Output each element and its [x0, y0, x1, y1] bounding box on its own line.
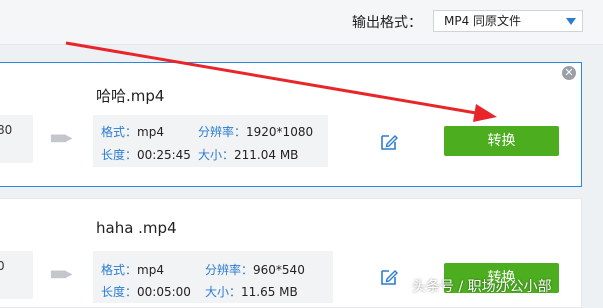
format-value: mp4 [137, 125, 164, 139]
file-name: haha .mp4 [96, 219, 177, 237]
resolution-key: 分辨率： [198, 125, 247, 139]
format-value: mp4 [137, 263, 164, 277]
output-format-value: MP4 同原文件 [444, 14, 522, 28]
partial-resolution-text: 80 [0, 123, 13, 137]
partial-resolution-text: 0 [0, 259, 5, 273]
thumbnail-partial: 0 [0, 251, 33, 299]
size-value: 211.04 MB [234, 148, 299, 162]
output-format-select[interactable]: MP4 同原文件 [433, 10, 583, 32]
file-name: 哈哈.mp4 [96, 87, 165, 105]
resolution-value: 1920*1080 [246, 125, 314, 139]
edit-icon[interactable] [379, 132, 399, 152]
format-key: 格式： [101, 125, 138, 139]
arrow-right-icon: ■■▶ [50, 269, 73, 280]
size-key: 大小： [198, 148, 235, 162]
convert-button[interactable]: 转换 [444, 126, 559, 156]
format-key: 格式： [101, 263, 138, 277]
length-key: 长度： [101, 148, 138, 162]
thumbnail-partial: 80 [0, 115, 33, 163]
output-format-label: 输出格式： [352, 15, 422, 31]
file-card[interactable]: ✕ 80 ■■▶ 哈哈.mp4 格式：mp4 分辨率：1920*1080 长度：… [0, 62, 582, 187]
close-icon[interactable]: ✕ [562, 66, 576, 80]
length-key: 长度： [101, 285, 138, 299]
arrow-right-icon: ■■▶ [50, 133, 73, 144]
resolution-key: 分辨率： [205, 263, 254, 277]
length-value: 00:25:45 [137, 148, 191, 162]
file-info: 格式：mp4 分辨率：960*540 长度：00:05:00 大小：11.65 … [93, 251, 333, 303]
size-key: 大小： [205, 285, 242, 299]
edit-icon[interactable] [379, 267, 399, 287]
length-value: 00:05:00 [137, 285, 191, 299]
toolbar: 输出格式： MP4 同原文件 [0, 0, 603, 45]
file-info: 格式：mp4 分辨率：1920*1080 长度：00:25:45 大小：211.… [93, 115, 328, 167]
size-value: 11.65 MB [241, 285, 298, 299]
watermark: 头条号 / 职场办公小部 [412, 279, 552, 295]
chevron-down-icon[interactable] [566, 18, 576, 25]
resolution-value: 960*540 [253, 263, 305, 277]
